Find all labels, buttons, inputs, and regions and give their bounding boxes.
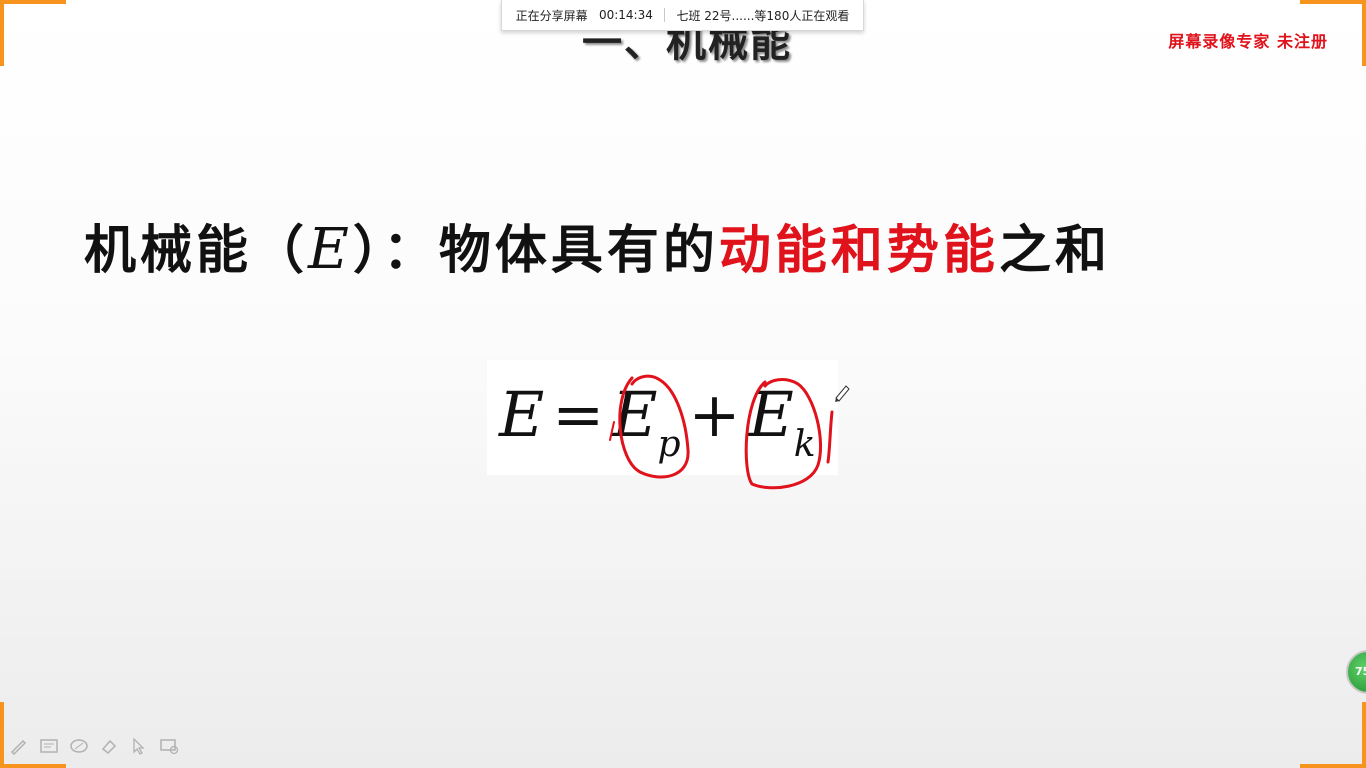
screen-icon[interactable] bbox=[158, 736, 180, 756]
formula-box: E = Ep + Ek bbox=[487, 360, 838, 475]
whiteboard-icon[interactable] bbox=[38, 736, 60, 756]
viewer-count[interactable]: 七班 22号......等180人正在观看 bbox=[676, 7, 849, 24]
definition-symbol: E bbox=[308, 217, 353, 282]
formula-term-potential: E bbox=[612, 378, 658, 451]
corner-top-left-h bbox=[0, 0, 66, 4]
formula: E = Ep + Ek bbox=[499, 378, 816, 465]
formula-term-kinetic: E bbox=[748, 378, 794, 451]
recorder-watermark: 屏幕录像专家 未注册 bbox=[1168, 32, 1328, 51]
share-bar-divider bbox=[664, 8, 666, 22]
definition-middle: ）：物体具有的 bbox=[352, 220, 719, 281]
formula-plus: + bbox=[688, 378, 741, 451]
screen-share-view: { "share_bar": { "status": "正在分享屏幕", "ti… bbox=[0, 0, 1366, 768]
definition-text: 机械能（E）：物体具有的动能和势能之和 bbox=[84, 218, 1284, 283]
corner-bottom-left-h bbox=[0, 764, 66, 768]
formula-lhs: E bbox=[499, 378, 545, 451]
share-status-bar[interactable]: 正在分享屏幕 00:14:34 七班 22号......等180人正在观看 bbox=[501, 0, 864, 31]
corner-bottom-right-v bbox=[1362, 702, 1366, 768]
formula-sub-p: p bbox=[657, 424, 681, 465]
shape-icon[interactable] bbox=[68, 736, 90, 756]
corner-top-right-v bbox=[1362, 0, 1366, 66]
corner-top-right-h bbox=[1300, 0, 1366, 4]
floating-badge[interactable]: 75 bbox=[1346, 650, 1366, 694]
formula-equals: = bbox=[552, 378, 605, 451]
annotation-toolbar bbox=[8, 736, 180, 756]
pen-icon[interactable] bbox=[8, 736, 30, 756]
formula-sub-k: k bbox=[793, 424, 816, 465]
definition-suffix: 之和 bbox=[998, 220, 1111, 281]
corner-bottom-left-v bbox=[0, 702, 4, 768]
pointer-icon[interactable] bbox=[128, 736, 150, 756]
corner-bottom-right-h bbox=[1300, 764, 1366, 768]
share-status-text: 正在分享屏幕 bbox=[515, 8, 588, 23]
share-timer: 00:14:34 bbox=[598, 8, 653, 22]
definition-prefix: 机械能（ bbox=[84, 220, 309, 281]
definition-highlight: 动能和势能 bbox=[718, 220, 999, 281]
corner-top-left-v bbox=[0, 0, 4, 66]
eraser-icon[interactable] bbox=[98, 736, 120, 756]
